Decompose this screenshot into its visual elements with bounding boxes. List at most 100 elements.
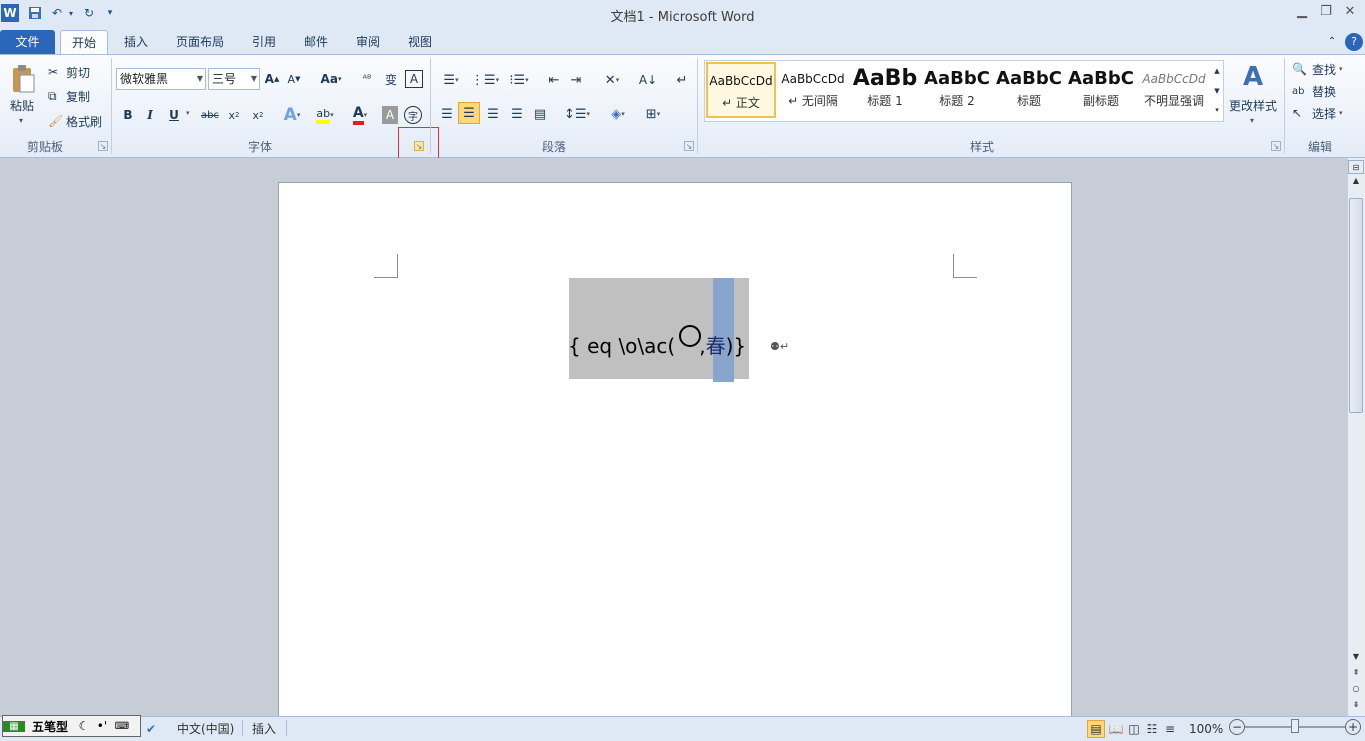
font-name-combo[interactable]: 微软雅黑 ▼ — [116, 68, 206, 90]
superscript-icon[interactable]: x2 — [248, 106, 268, 124]
show-hide-marks-icon[interactable]: ↵ — [672, 70, 692, 90]
distributed-icon[interactable]: ▤ — [530, 104, 550, 124]
change-styles-icon[interactable]: A — [1236, 60, 1270, 94]
find-button[interactable]: 🔍 查找 ▾ — [1292, 60, 1343, 78]
insert-mode-status[interactable]: 插入 — [252, 720, 276, 738]
scroll-down-icon[interactable]: ▼ — [1348, 650, 1364, 664]
minimize-icon[interactable]: ▁ — [1291, 4, 1313, 22]
grow-font-icon[interactable]: A ▲ — [264, 70, 280, 88]
underline-icon[interactable]: U — [165, 106, 183, 124]
paste-dropdown-icon[interactable]: ▾ — [19, 116, 23, 125]
ruler-toggle-icon[interactable]: ⊟ — [1348, 160, 1364, 174]
decrease-indent-icon[interactable]: ⇤ — [544, 70, 564, 90]
style-subtitle[interactable]: AaBbC 副标题 — [1066, 62, 1136, 118]
character-shading-icon[interactable]: A — [382, 106, 398, 124]
eq-field-code[interactable]: { eq \o\ac(,春)} — [568, 330, 768, 360]
web-layout-icon[interactable]: ◫ — [1126, 720, 1142, 738]
text-effects-icon[interactable]: A ▾ — [279, 104, 305, 126]
tab-insert[interactable]: 插入 — [114, 30, 158, 54]
tab-references[interactable]: 引用 — [242, 30, 286, 54]
character-border-icon[interactable]: A — [405, 70, 423, 88]
multilevel-list-icon[interactable]: ⁝☰ ▾ — [505, 70, 533, 90]
increase-indent-icon[interactable]: ⇥ — [566, 70, 586, 90]
zoom-slider-thumb[interactable] — [1291, 719, 1299, 733]
language-status[interactable]: 中文(中国) — [177, 720, 234, 738]
paragraph-launcher-icon[interactable]: ↘ — [684, 141, 694, 151]
close-icon[interactable]: ✕ — [1339, 4, 1361, 22]
ime-moon-icon[interactable]: ☾ — [75, 719, 93, 733]
style-no-spacing[interactable]: AaBbCcDd ↵ 无间隔 — [778, 62, 848, 118]
justify-icon[interactable]: ☰ — [507, 104, 527, 124]
select-browse-object-icon[interactable]: ○ — [1348, 682, 1364, 696]
subscript-icon[interactable]: x2 — [224, 106, 244, 124]
font-size-combo[interactable]: 三号 ▼ — [208, 68, 260, 90]
style-subtle-emphasis[interactable]: AaBbCcDd 不明显强调 — [1138, 62, 1210, 118]
gallery-down-icon[interactable]: ▼ — [1211, 82, 1223, 100]
style-normal[interactable]: AaBbCcDd ↵ 正文 — [706, 62, 776, 118]
ime-keyboard-icon[interactable]: ⌨ — [111, 721, 133, 732]
zoom-level[interactable]: 100% — [1189, 720, 1223, 738]
enclose-characters-icon[interactable]: 字 — [404, 106, 422, 124]
replace-button[interactable]: ab 替换 — [1292, 82, 1336, 100]
cut-button[interactable]: ✂ 剪切 — [48, 63, 90, 81]
shading-icon[interactable]: ◈ ▾ — [603, 104, 633, 124]
italic-icon[interactable]: I — [141, 106, 159, 124]
ime-logo-icon[interactable]: ▦ — [3, 720, 25, 732]
phonetic-guide-icon[interactable]: 变 — [382, 70, 400, 88]
style-heading-2[interactable]: AaBbC 标题 2 — [922, 62, 992, 118]
change-styles-dropdown-icon[interactable]: ▾ — [1250, 116, 1254, 125]
paste-button[interactable] — [5, 60, 41, 100]
previous-page-icon[interactable]: ⇞ — [1348, 666, 1364, 680]
font-dialog-launcher-icon[interactable]: ↘ — [414, 141, 424, 151]
borders-icon[interactable]: ⊞ ▾ — [638, 104, 668, 124]
draft-icon[interactable]: ≡ — [1162, 720, 1178, 738]
change-case-button[interactable]: Aa ▾ — [318, 70, 344, 88]
gallery-more-icon[interactable]: ▾ — [1211, 101, 1223, 119]
scroll-thumb[interactable] — [1349, 198, 1363, 413]
format-painter-button[interactable]: 🖌 格式刷 — [48, 112, 102, 130]
tab-page-layout[interactable]: 页面布局 — [166, 30, 234, 54]
highlight-color-icon[interactable]: ab ▾ — [310, 104, 340, 126]
tab-file[interactable]: 文件 — [0, 30, 55, 54]
zoom-out-icon[interactable]: − — [1229, 719, 1245, 735]
line-spacing-icon[interactable]: ↕☰ ▾ — [563, 104, 591, 124]
outline-icon[interactable]: ☷ — [1144, 720, 1160, 738]
help-icon[interactable]: ? — [1345, 33, 1363, 51]
next-page-icon[interactable]: ⇟ — [1348, 698, 1364, 712]
clear-formatting-icon[interactable]: ᴬᴮ — [358, 70, 376, 88]
clipboard-launcher-icon[interactable]: ↘ — [98, 141, 108, 151]
paste-label[interactable]: 粘贴 — [10, 97, 34, 114]
scroll-up-icon[interactable]: ▲ — [1348, 174, 1364, 188]
select-button[interactable]: ↖ 选择 ▾ — [1292, 104, 1343, 122]
restore-icon[interactable]: ❐ — [1315, 4, 1337, 22]
tab-mailings[interactable]: 邮件 — [294, 30, 338, 54]
minimize-ribbon-icon[interactable]: ⌃ — [1324, 30, 1340, 54]
styles-launcher-icon[interactable]: ↘ — [1271, 141, 1281, 151]
ime-toolbar[interactable]: ▦ 五笔型 ☾ •' ⌨ — [2, 715, 141, 737]
ime-name[interactable]: 五笔型 — [25, 718, 75, 735]
zoom-in-icon[interactable]: + — [1345, 719, 1361, 735]
full-screen-reading-icon[interactable]: 📖 — [1108, 720, 1124, 738]
bold-icon[interactable]: B — [119, 106, 137, 124]
tab-view[interactable]: 视图 — [398, 30, 442, 54]
print-layout-icon[interactable]: ▤ — [1087, 720, 1105, 738]
bullets-icon[interactable]: ☰ ▾ — [437, 70, 465, 90]
sort-icon[interactable]: A↓ — [637, 70, 659, 90]
align-left-icon[interactable]: ☰ — [437, 104, 457, 124]
tab-home[interactable]: 开始 — [60, 30, 108, 54]
proofing-icon[interactable]: ✔ — [146, 720, 156, 738]
chinese-layout-icon[interactable]: ✕ ▾ — [597, 70, 627, 90]
gallery-up-icon[interactable]: ▲ — [1211, 62, 1223, 80]
font-color-icon[interactable]: A ▾ — [345, 104, 375, 126]
copy-button[interactable]: ⧉ 复制 — [48, 87, 90, 105]
align-center-icon[interactable]: ☰ — [458, 102, 480, 124]
underline-dropdown-icon[interactable]: ▾ — [186, 109, 190, 117]
numbering-icon[interactable]: ⋮☰ ▾ — [471, 70, 499, 90]
ime-punctuation-icon[interactable]: •' — [93, 719, 111, 733]
shrink-font-icon[interactable]: A ▼ — [286, 70, 302, 88]
change-styles-button[interactable]: 更改样式 — [1229, 97, 1277, 114]
strikethrough-icon[interactable]: abc — [199, 106, 221, 124]
style-title[interactable]: AaBbC 标题 — [994, 62, 1064, 118]
align-right-icon[interactable]: ☰ — [483, 104, 503, 124]
style-heading-1[interactable]: AaBb 标题 1 — [850, 62, 920, 118]
